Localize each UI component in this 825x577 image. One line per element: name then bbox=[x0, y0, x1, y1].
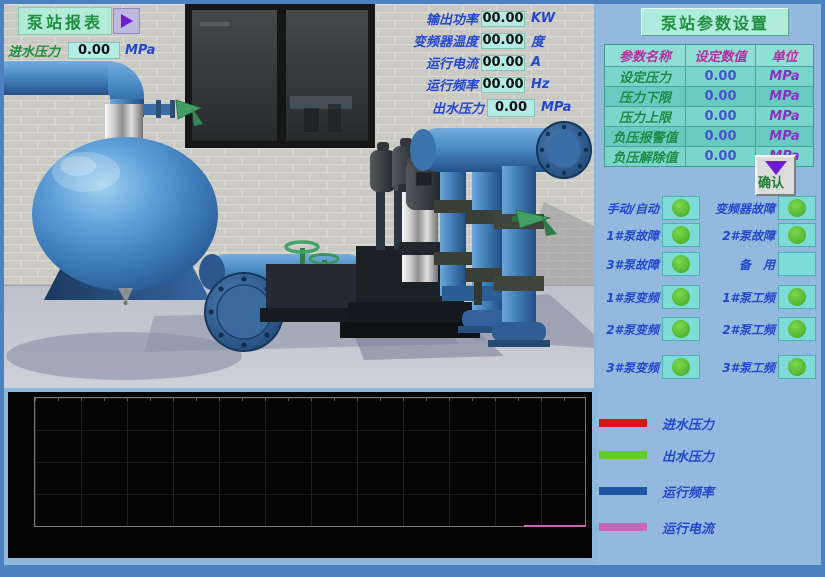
legend-swatch-outlet-pressure bbox=[599, 451, 647, 459]
confirm-label: 确认 bbox=[758, 172, 784, 191]
confirm-button[interactable]: 确认 bbox=[755, 155, 796, 196]
run-current-unit: A bbox=[531, 55, 541, 70]
status-lamp-pump1-fault bbox=[662, 223, 700, 247]
table-row: 负压报警值 0.00 MPa bbox=[605, 126, 813, 146]
legend-item: 运行频率 bbox=[599, 483, 714, 499]
legend-label: 运行电流 bbox=[662, 518, 714, 537]
pressure-high-input[interactable]: 0.00 bbox=[685, 107, 755, 126]
output-power-value: 00.00 bbox=[481, 11, 525, 27]
status-label: 变频器故障 bbox=[705, 200, 775, 217]
status-lamp-pump1-vfd bbox=[662, 285, 700, 309]
panel-title: 泵站参数设置 bbox=[641, 8, 789, 36]
readout-row: 输出功率 00.00 KW bbox=[360, 10, 555, 27]
axis-ticks bbox=[35, 398, 585, 401]
inverter-temp-unit: 度 bbox=[531, 31, 544, 50]
status-row: 3#泵变频 3#泵工频 bbox=[597, 354, 821, 380]
col-set-value: 设定数值 bbox=[685, 45, 755, 66]
status-row: 1#泵故障 2#泵故障 bbox=[597, 222, 821, 248]
status-row: 3#泵故障 备 用 bbox=[597, 251, 821, 277]
status-label: 3#泵变频 bbox=[597, 359, 659, 376]
inlet-pressure-row: 进水压力 0.00 MPa bbox=[8, 41, 155, 60]
legend-item: 出水压力 bbox=[599, 447, 714, 463]
table-row: 压力上限 0.00 MPa bbox=[605, 106, 813, 126]
report-play-button[interactable] bbox=[113, 8, 140, 34]
play-icon bbox=[121, 14, 133, 28]
legend-label: 出水压力 bbox=[662, 446, 714, 465]
set-pressure-input[interactable]: 0.00 bbox=[685, 67, 755, 86]
table-row: 设定压力 0.00 MPa bbox=[605, 66, 813, 86]
inverter-temp-value: 00.00 bbox=[481, 33, 525, 49]
pump-station-3d-scene: 泵站报表 进水压力 0.00 MPa 输出功率 00.00 KW 变频器温度 0… bbox=[4, 4, 594, 388]
status-lamp-pump1-mains bbox=[778, 285, 816, 309]
readout-row: 变频器温度 00.00 度 bbox=[360, 32, 555, 49]
table-header-row: 参数名称 设定数值 单位 bbox=[605, 45, 813, 66]
parameter-panel: 泵站参数设置 参数名称 设定数值 单位 设定压力 0.00 MPa 压力下限 0… bbox=[597, 4, 821, 565]
legend-swatch-run-current bbox=[599, 523, 647, 531]
run-current-trace bbox=[524, 525, 586, 527]
pressure-low-input[interactable]: 0.00 bbox=[685, 87, 755, 106]
parameter-table: 参数名称 设定数值 单位 设定压力 0.00 MPa 压力下限 0.00 MPa… bbox=[604, 44, 814, 167]
readout-row: 运行频率 00.00 Hz bbox=[360, 76, 555, 93]
readout-group: 输出功率 00.00 KW 变频器温度 00.00 度 运行电流 00.00 A… bbox=[360, 10, 555, 98]
status-lamp-pump3-mains bbox=[778, 355, 816, 379]
run-current-label: 运行电流 bbox=[360, 53, 478, 72]
legend-item: 运行电流 bbox=[599, 519, 714, 535]
report-button-group: 泵站报表 bbox=[18, 7, 140, 35]
status-label: 备 用 bbox=[705, 256, 775, 273]
report-button[interactable]: 泵站报表 bbox=[18, 7, 112, 35]
legend-swatch-inlet-pressure bbox=[599, 419, 647, 427]
status-lamp-manual-auto bbox=[662, 196, 700, 220]
col-unit: 单位 bbox=[755, 45, 813, 66]
status-label: 手动/自动 bbox=[597, 200, 659, 217]
trend-plot-area bbox=[34, 397, 586, 527]
table-row: 压力下限 0.00 MPa bbox=[605, 86, 813, 106]
status-row: 1#泵变频 1#泵工频 bbox=[597, 284, 821, 310]
status-lamp-inverter-fault bbox=[778, 196, 816, 220]
status-row: 手动/自动 变频器故障 bbox=[597, 195, 821, 221]
outlet-pressure-unit: MPa bbox=[541, 100, 571, 115]
status-lamp-pump3-vfd bbox=[662, 355, 700, 379]
status-label: 2#泵变频 bbox=[597, 321, 659, 338]
status-lamp-spare bbox=[778, 252, 816, 276]
inverter-temp-label: 变频器温度 bbox=[360, 31, 478, 50]
neg-pressure-release-input[interactable]: 0.00 bbox=[685, 147, 755, 166]
status-lamp-pump3-fault bbox=[662, 252, 700, 276]
inlet-pressure-unit: MPa bbox=[125, 43, 155, 58]
inlet-pressure-label: 进水压力 bbox=[8, 41, 66, 60]
run-current-value: 00.00 bbox=[481, 55, 525, 71]
status-lamp-pump2-mains bbox=[778, 317, 816, 341]
status-lamp-pump2-vfd bbox=[662, 317, 700, 341]
status-lamp-pump2-fault bbox=[778, 223, 816, 247]
main-content: 泵站报表 进水压力 0.00 MPa 输出功率 00.00 KW 变频器温度 0… bbox=[4, 4, 821, 565]
output-power-label: 输出功率 bbox=[360, 9, 478, 28]
col-param-name: 参数名称 bbox=[605, 45, 685, 66]
outlet-pressure-value: 0.00 bbox=[487, 99, 535, 117]
trend-chart bbox=[8, 392, 592, 558]
status-label: 1#泵变频 bbox=[597, 289, 659, 306]
legend-label: 进水压力 bbox=[662, 414, 714, 433]
legend-swatch-run-frequency bbox=[599, 487, 647, 495]
status-label: 3#泵工频 bbox=[705, 359, 775, 376]
status-label: 3#泵故障 bbox=[597, 256, 659, 273]
run-frequency-label: 运行频率 bbox=[360, 75, 478, 94]
outlet-pressure-row: 出水压力 0.00 MPa bbox=[360, 98, 571, 117]
status-label: 1#泵故障 bbox=[597, 227, 659, 244]
run-frequency-value: 00.00 bbox=[481, 77, 525, 93]
legend-label: 运行频率 bbox=[662, 482, 714, 501]
window bbox=[185, 4, 375, 148]
run-frequency-unit: Hz bbox=[531, 77, 549, 92]
legend-item: 进水压力 bbox=[599, 415, 714, 431]
readout-row: 运行电流 00.00 A bbox=[360, 54, 555, 71]
status-label: 1#泵工频 bbox=[705, 289, 775, 306]
inlet-pressure-value: 0.00 bbox=[68, 42, 120, 59]
hmi-window: 泵站报表 进水压力 0.00 MPa 输出功率 00.00 KW 变频器温度 0… bbox=[0, 0, 825, 577]
status-label: 2#泵故障 bbox=[705, 227, 775, 244]
status-label: 2#泵工频 bbox=[705, 321, 775, 338]
output-power-unit: KW bbox=[531, 11, 555, 26]
status-row: 2#泵变频 2#泵工频 bbox=[597, 316, 821, 342]
neg-pressure-alarm-input[interactable]: 0.00 bbox=[685, 127, 755, 146]
outlet-pressure-label: 出水压力 bbox=[360, 98, 484, 117]
